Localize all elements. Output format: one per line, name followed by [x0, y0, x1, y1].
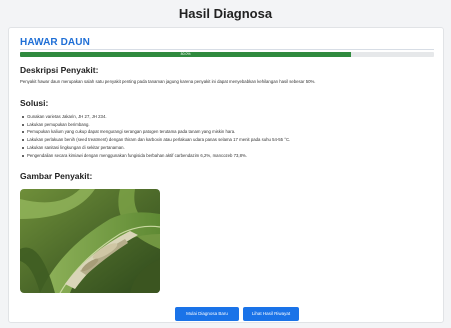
confidence-progress-fill: 80.0%	[20, 52, 352, 57]
confidence-progress-bar: 80.0%	[20, 52, 434, 57]
list-item: Lakukan perlakuan benih (seed treatment)…	[20, 136, 434, 144]
list-item: Gunakan varietas Jakarin, JH 27, JH 234.	[20, 113, 434, 121]
description-heading: Deskripsi Penyakit:	[20, 65, 99, 75]
confidence-label: 80.0%	[180, 52, 191, 56]
view-history-button[interactable]: Lihat Hasil Riwayat	[243, 307, 299, 321]
image-heading: Gambar Penyakit:	[20, 171, 93, 181]
list-item: Lakukan pemupukan berimbang.	[20, 121, 434, 129]
disease-name: HAWAR DAUN	[20, 37, 90, 48]
solution-heading: Solusi:	[20, 98, 49, 108]
disease-image	[20, 189, 160, 293]
list-item: Lakukan sanitasi lingkungan di sekitar p…	[20, 144, 434, 152]
solution-list: Gunakan varietas Jakarin, JH 27, JH 234.…	[20, 113, 434, 159]
start-new-diagnosis-button[interactable]: Mulai Diagnosa Baru	[175, 307, 239, 321]
title-divider	[20, 49, 434, 50]
list-item: Pemupukan kalium yang cukup dapat mengur…	[20, 128, 434, 136]
description-text: Penyakit hawar daun merupakan salah satu…	[20, 79, 316, 84]
page-title: Hasil Diagnosa	[178, 6, 273, 21]
result-card: HAWAR DAUN 80.0% Deskripsi Penyakit: Pen…	[8, 27, 444, 323]
list-item: Pengendalian secara kimiawi dengan mengg…	[20, 152, 434, 160]
